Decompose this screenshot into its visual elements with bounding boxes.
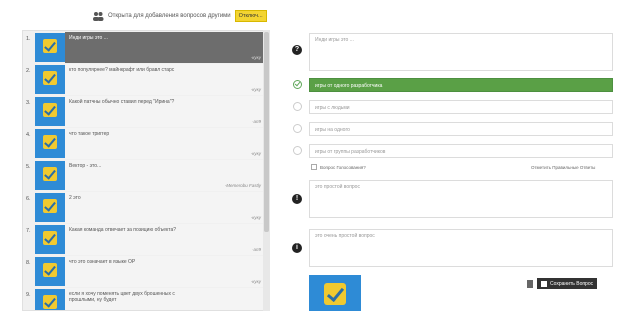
trash-icon[interactable]	[527, 280, 533, 288]
sharing-status: Открыта для добавления вопросов другими …	[92, 10, 267, 22]
question-number: 1.	[26, 36, 31, 42]
question-author: -куку	[250, 215, 261, 220]
question-number: 7.	[26, 228, 31, 234]
question-text: Вектор - это...	[69, 163, 102, 169]
poll-checkbox[interactable]	[311, 164, 317, 170]
check-icon	[43, 103, 57, 117]
question-item[interactable]: 7. Какая команда отвечает за позицию объ…	[23, 224, 265, 255]
question-thumbnail	[35, 161, 65, 190]
question-editor: ? Инди игры это ... игры от одного разра…	[283, 30, 621, 311]
question-thumbnail	[35, 289, 65, 310]
question-thumbnail	[35, 193, 65, 222]
check-icon	[324, 283, 346, 305]
question-thumbnail	[35, 257, 65, 286]
question-thumbnail	[35, 65, 65, 94]
hint-icon: !	[292, 194, 302, 204]
question-author: -куку	[250, 87, 261, 92]
answer-radio[interactable]	[293, 146, 302, 155]
question-text: Какая команда отвечает за позицию объект…	[69, 227, 177, 233]
question-thumbnail	[35, 129, 65, 158]
check-icon	[43, 135, 57, 149]
answer-field[interactable]: игры с людьми	[309, 100, 613, 114]
top-bar: Открыта для добавления вопросов другими …	[0, 0, 621, 28]
check-icon	[43, 39, 57, 53]
save-question-label: Сохранить Вопрос	[550, 280, 594, 287]
question-list: 1. Инди игры это ... -куку 2. кто популяр…	[22, 30, 270, 311]
question-mark-icon: ?	[292, 45, 302, 55]
poll-checkbox-row[interactable]: Вопрос Голосования?	[311, 164, 366, 170]
mark-correct-link[interactable]: Отметить Правильные Ответы	[531, 165, 595, 170]
answer-radio-correct[interactable]	[293, 80, 302, 89]
question-text: если я хочу поменять цвет двух брошенных…	[69, 291, 175, 303]
question-text: Какой патчны обычно ставил перед "Ирина"…	[69, 99, 175, 105]
people-icon	[92, 11, 104, 21]
disable-sharing-button[interactable]: Отключ...	[234, 10, 267, 22]
question-item[interactable]: 1. Инди игры это ... -куку	[23, 32, 265, 63]
question-item[interactable]: 8. что это означает в языке ОР -куку	[23, 256, 265, 287]
question-text: Инди игры это ...	[69, 35, 108, 41]
question-author: -куку	[250, 279, 261, 284]
explanation-input[interactable]: это очень простой вопрос	[309, 229, 613, 267]
check-icon	[43, 231, 57, 245]
answer-field[interactable]: игры на одного	[309, 122, 613, 136]
question-text: что это означает в языке ОР	[69, 259, 136, 265]
list-scrollbar[interactable]	[263, 30, 270, 311]
check-icon	[43, 71, 57, 85]
answer-field[interactable]: игры от группы разработчиков	[309, 144, 613, 158]
info-icon: i	[292, 243, 302, 253]
question-number: 9.	[26, 292, 31, 298]
check-icon	[43, 167, 57, 181]
answer-radio[interactable]	[293, 102, 302, 111]
check-icon	[43, 295, 57, 309]
question-number: 6.	[26, 196, 31, 202]
question-number: 5.	[26, 164, 31, 170]
question-author: -Memerobu Fastly	[224, 183, 261, 188]
question-text: что такое триггер	[69, 131, 110, 137]
question-item[interactable]: 2. кто популярнее? майнкрафт или бравл с…	[23, 64, 265, 95]
question-item[interactable]: 4. что такое триггер -куку	[23, 128, 265, 159]
question-input[interactable]: Инди игры это ...	[309, 33, 613, 71]
question-item[interactable]: 9. если я хочу поменять цвет двух брошен…	[23, 288, 265, 310]
question-number: 2.	[26, 68, 31, 74]
question-author: -куку	[250, 151, 261, 156]
question-thumbnail	[35, 33, 65, 62]
question-text: 2 это	[69, 195, 81, 201]
question-image[interactable]	[309, 275, 361, 311]
scrollbar-thumb[interactable]	[264, 32, 269, 232]
question-author: -ап9	[252, 247, 261, 252]
answer-field[interactable]: игры от одного разработчика	[309, 78, 613, 92]
question-author: -ап9	[252, 119, 261, 124]
question-number: 3.	[26, 100, 31, 106]
question-thumbnail	[35, 97, 65, 126]
sharing-text: Открыта для добавления вопросов другими	[108, 13, 231, 19]
save-question-button[interactable]: Сохранить Вопрос	[537, 278, 598, 289]
save-icon	[541, 280, 547, 287]
answer-radio[interactable]	[293, 124, 302, 133]
question-text: кто популярнее? майнкрафт или бравл стар…	[69, 67, 175, 73]
question-number: 4.	[26, 132, 31, 138]
question-thumbnail	[35, 225, 65, 254]
poll-checkbox-label: Вопрос Голосования?	[320, 164, 366, 170]
check-icon	[43, 199, 57, 213]
question-number: 8.	[26, 260, 31, 266]
question-item[interactable]: 3. Какой патчны обычно ставил перед "Ири…	[23, 96, 265, 127]
question-author: -куку	[250, 55, 261, 60]
question-item[interactable]: 5. Вектор - это... -Memerobu Fastly	[23, 160, 265, 191]
question-item[interactable]: 6. 2 это -куку	[23, 192, 265, 223]
hint-input[interactable]: это простой вопрос	[309, 180, 613, 218]
check-icon	[43, 263, 57, 277]
